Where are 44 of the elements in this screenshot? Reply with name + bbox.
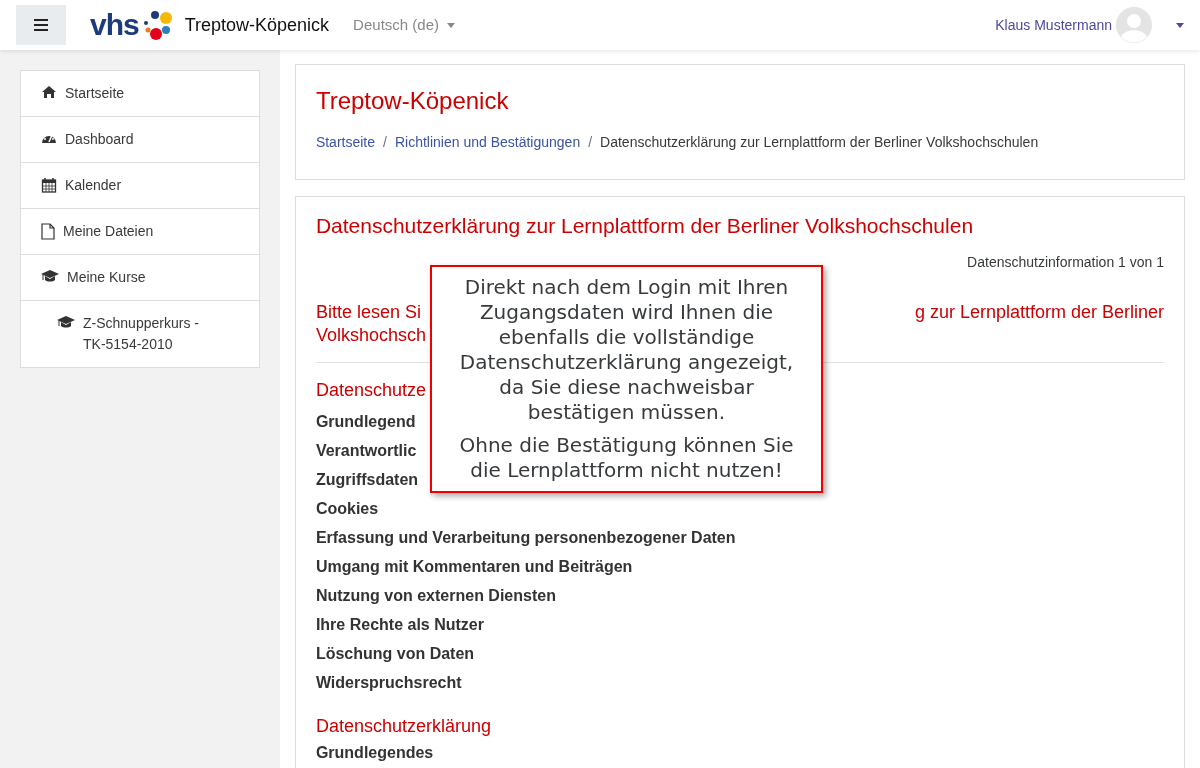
sidebar-item[interactable]: Meine Dateien [21,209,259,255]
contents-link[interactable]: Nutzung von externen Diensten [315,587,556,604]
user-name[interactable]: Klaus Mustermann [995,14,1112,36]
language-menu[interactable]: Deutsch (de) [353,13,455,37]
sidebar-item[interactable]: Kalender [21,163,259,209]
page-title: Treptow-Köpenick [315,87,510,116]
contents-link[interactable]: Umgang mit Kommentaren und Beiträgen [315,558,633,575]
breadcrumb-current: Datenschutzerklärung zur Lernplattform der Berliner Volkshochschulen [600,132,1039,152]
home-icon [41,85,57,99]
menu-button[interactable] [16,5,66,45]
section-heading: Datenschutzerklärung [315,716,491,736]
intro-text: Volkshochsch [315,325,426,345]
sidebar-item[interactable]: Startseite [21,71,259,117]
contents-link[interactable]: Zugriffsdaten [315,471,419,488]
contents-link[interactable]: Verantwortlic [315,442,417,459]
policy-title: Datenschutzerklärung zur Lernplattform der Berliner Volkshochschulen [315,212,975,238]
file-icon [41,223,55,240]
sidebar-item[interactable]: Meine Kurse [21,255,259,301]
graduation-cap-icon [57,315,75,329]
sidebar-item[interactable]: Dashboard [21,117,259,163]
contents-link[interactable]: Erfassung und Verarbeitung personenbezogener Daten [315,529,736,546]
breadcrumb-separator: / [383,132,387,152]
contents-link[interactable]: Grundlegend [315,413,416,430]
intro-text: g zur Lernplattform der Berliner [914,301,1164,324]
contents-heading: Datenschutze [315,380,426,400]
contents-link[interactable]: Widerspruchsrecht [315,674,462,691]
graduation-cap-icon [41,269,59,283]
site-name[interactable]: Treptow-Köpenick [184,11,330,39]
breadcrumb-link[interactable]: Startseite [315,131,376,153]
menu-icon [34,19,48,31]
page-counter: Datenschutzinformation 1 von 1 [967,254,1164,270]
caret-icon[interactable] [1176,22,1184,28]
info-callout: Direkt nach dem Login mit Ihren Zugangsdaten wird Ihnen die ebenfalls die vollständige Datenschutzerklärung angezeigt, da Sie diese nachweisbar bestätigen müssen. Ohne die Bestätigung können Sie die Lernplattform nicht nutzen! [430,265,823,493]
sidebar-item[interactable]: Z-Schnupperkurs - TK-5154-2010 [21,301,259,367]
contents-link[interactable]: Ihre Rechte als Nutzer [315,616,484,633]
calendar-icon [41,177,57,193]
contents-link[interactable]: Grundlegendes [315,744,434,761]
breadcrumb-link[interactable]: Richtlinien und Bestätigungen [394,131,581,153]
breadcrumb-separator: / [588,132,593,152]
intro-text: Bitte lesen Si [315,302,421,322]
logo-text[interactable]: vhs [90,10,139,40]
contents-link[interactable]: Cookies [315,500,379,517]
contents-link[interactable]: Löschung von Daten [315,645,475,662]
logo-dots-icon[interactable] [142,10,173,40]
